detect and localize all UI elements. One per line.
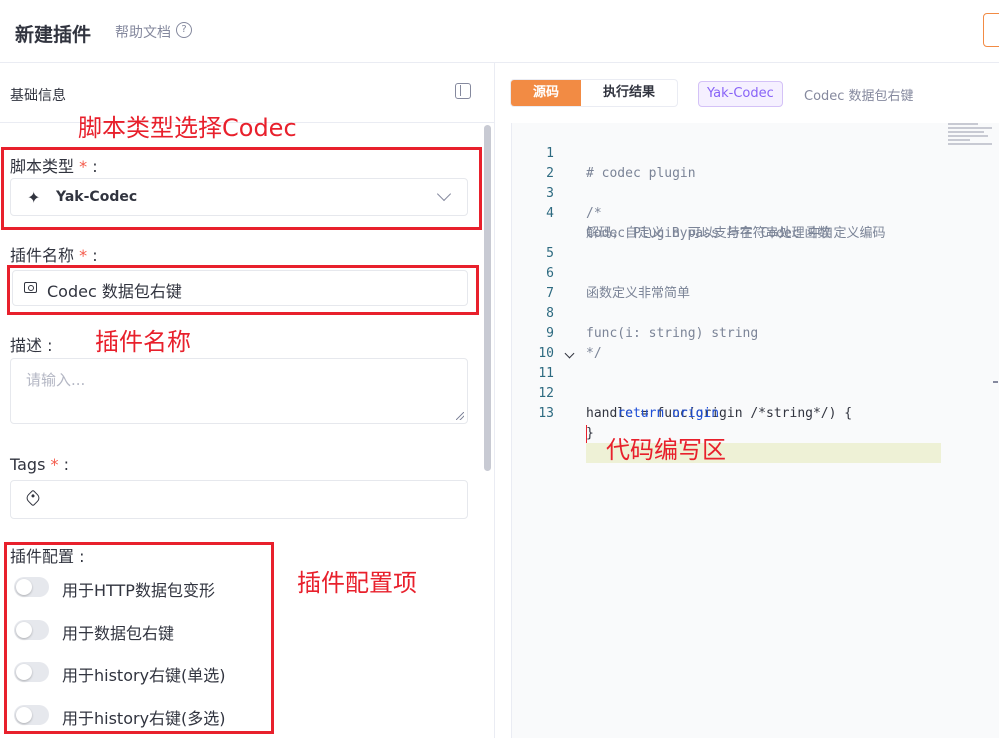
plugin-name-label: 插件名称 * :	[10, 246, 98, 265]
resize-handle-icon[interactable]	[456, 412, 464, 420]
description-textarea[interactable]: 请输入...	[10, 358, 468, 424]
collapse-panel-icon[interactable]	[455, 83, 471, 99]
tab-exec-result[interactable]: 执行结果	[581, 80, 677, 106]
description-label: 描述 :	[10, 336, 53, 355]
scroll-marker	[993, 381, 998, 383]
code-line: 11 handle = func(origin /*string*/) {	[512, 344, 999, 421]
annotation-box-plugin-config	[4, 542, 274, 734]
code-line: 12 return origin	[538, 386, 720, 421]
section-title: 基础信息	[10, 88, 66, 104]
view-tabs: 源码 执行结果	[510, 79, 678, 107]
code-line: 2	[546, 166, 554, 181]
annotation-box-script-type	[1, 147, 482, 230]
annotation-plugin-config: 插件配置项	[297, 569, 417, 597]
code-line: 1 # codec plugin	[546, 146, 696, 181]
annotation-plugin-name: 插件名称	[95, 328, 191, 356]
code-line: 9 */	[546, 326, 602, 361]
question-circle-icon[interactable]: ?	[176, 22, 192, 38]
code-line: 10	[538, 346, 554, 361]
code-line: 3 /*	[546, 186, 602, 221]
code-line: 5	[546, 246, 554, 261]
scrollbar[interactable]	[484, 125, 491, 471]
code-line: 6 函数定义非常简单	[546, 266, 691, 301]
top-bar: 新建插件 帮助文档 ?	[0, 0, 999, 63]
fold-chevron-icon[interactable]	[564, 348, 575, 359]
annotation-box-plugin-name	[7, 265, 479, 315]
code-line: 7	[546, 286, 554, 301]
code-minimap[interactable]	[948, 123, 999, 155]
annotation-script-type: 脚本类型选择Codec	[78, 114, 297, 142]
code-panel: 源码 执行结果 Yak-Codec Codec 数据包右键 1 # codec …	[495, 63, 999, 738]
code-line: 4 Codec Plugin 可以支持在 Codec 中自定义编码	[546, 206, 886, 241]
code-line-wrapped: 解码，自定义 Bypass 与字符串处理函数	[586, 226, 831, 241]
code-line: 8 func(i: string) string	[546, 306, 759, 341]
page-title: 新建插件	[15, 24, 92, 46]
tags-input[interactable]	[10, 480, 468, 519]
help-docs-link[interactable]: 帮助文档	[115, 22, 171, 42]
description-placeholder: 请输入...	[26, 371, 86, 389]
tag-icon	[24, 489, 42, 507]
code-line: 13 }	[538, 406, 594, 441]
header-action-button[interactable]	[983, 13, 999, 47]
tags-label: Tags * :	[10, 455, 69, 474]
annotation-code-area: 代码编写区	[606, 436, 726, 464]
plugin-type-badge: Yak-Codec	[698, 81, 783, 107]
code-editor[interactable]: 1 # codec plugin 2 3 /* 4 Codec Plugin 可…	[511, 123, 999, 738]
plugin-name-display: Codec 数据包右键	[804, 89, 914, 104]
tab-source[interactable]: 源码	[511, 80, 581, 106]
